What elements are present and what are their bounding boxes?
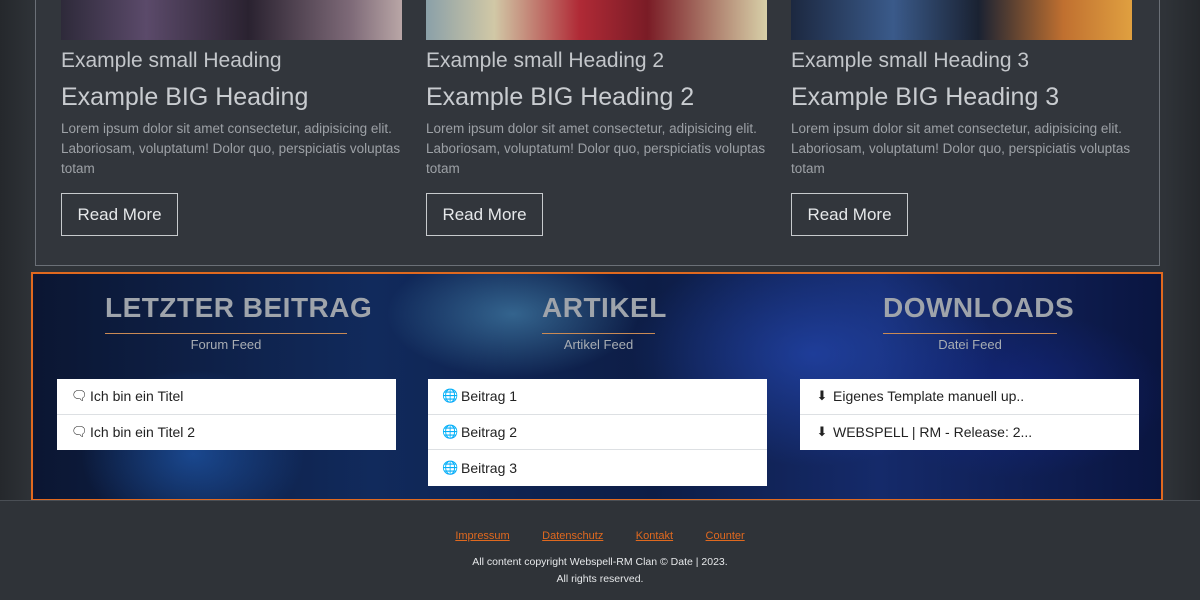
list-item[interactable]: 🗨 Ich bin ein Titel 2 xyxy=(57,415,396,451)
downloads-feed-divider xyxy=(883,333,1057,334)
list-item-label: Beitrag 3 xyxy=(461,459,518,476)
download-icon: ⬇ xyxy=(816,424,828,440)
downloads-feed-title: DOWNLOADS xyxy=(883,292,1075,323)
download-icon: ⬇ xyxy=(816,388,828,404)
news-card: Example small Heading 3 Example BIG Head… xyxy=(791,0,1132,236)
footer: Impressum Datenschutz Kontakt Counter Al… xyxy=(0,500,1200,600)
big-heading: Example BIG Heading 2 xyxy=(426,83,695,111)
articles-feed-list: 🌐 Beitrag 1 🌐 Beitrag 2 🌐 Beitrag 3 xyxy=(428,379,767,486)
list-item[interactable]: 🗨 Ich bin ein Titel xyxy=(57,379,396,415)
forum-feed-subtitle: Forum Feed xyxy=(190,337,262,352)
list-item[interactable]: 🌐 Beitrag 2 xyxy=(428,415,767,450)
news-card: Example small Heading 2 Example BIG Head… xyxy=(426,0,767,236)
footer-link-impressum[interactable]: Impressum xyxy=(455,530,509,542)
footer-link-datenschutz[interactable]: Datenschutz xyxy=(542,530,603,542)
card-text: Lorem ipsum dolor sit amet consectetur, … xyxy=(791,121,1131,176)
downloads-feed-list: ⬇ Eigenes Template manuell up.. ⬇ WEBSPE… xyxy=(800,379,1139,450)
forum-feed-list: 🗨 Ich bin ein Titel 🗨 Ich bin ein Titel … xyxy=(57,379,396,450)
comments-icon: 🗨 xyxy=(71,388,88,404)
globe-icon: 🌐 xyxy=(442,459,459,475)
footer-links: Impressum Datenschutz Kontakt Counter xyxy=(0,526,1200,544)
read-more-button[interactable]: Read More xyxy=(61,193,178,236)
news-card-image[interactable] xyxy=(791,0,1132,40)
feeds-section: LETZTER BEITRAG Forum Feed 🗨 Ich bin ein… xyxy=(31,272,1163,501)
list-item[interactable]: ⬇ WEBSPELL | RM - Release: 2... xyxy=(800,415,1139,451)
small-heading: Example small Heading 3 xyxy=(791,49,1030,72)
news-section: Example small Heading Example BIG Headin… xyxy=(35,0,1160,266)
comments-icon: 🗨 xyxy=(71,424,88,440)
card-text: Lorem ipsum dolor sit amet consectetur, … xyxy=(426,121,766,176)
small-heading: Example small Heading 2 xyxy=(426,49,665,72)
list-item-label: WEBSPELL | RM - Release: 2... xyxy=(833,424,1033,441)
list-item-label: Beitrag 2 xyxy=(461,423,518,440)
list-item[interactable]: ⬇ Eigenes Template manuell up.. xyxy=(800,379,1139,415)
downloads-feed-subtitle: Datei Feed xyxy=(938,337,1002,352)
list-item-label: Beitrag 1 xyxy=(461,388,518,405)
read-more-button[interactable]: Read More xyxy=(426,193,543,236)
list-item[interactable]: 🌐 Beitrag 1 xyxy=(428,379,767,415)
list-item-label: Eigenes Template manuell up.. xyxy=(833,388,1025,405)
footer-link-kontakt[interactable]: Kontakt xyxy=(636,530,673,542)
card-text: Lorem ipsum dolor sit amet consectetur, … xyxy=(61,121,401,176)
articles-feed-title: ARTIKEL xyxy=(542,292,667,323)
forum-feed-title: LETZTER BEITRAG xyxy=(105,292,373,323)
list-item[interactable]: 🌐 Beitrag 3 xyxy=(428,450,767,486)
read-more-button[interactable]: Read More xyxy=(791,193,908,236)
forum-feed-divider xyxy=(105,333,347,334)
copyright-text: All content copyright Webspell-RM Clan ©… xyxy=(472,556,728,568)
small-heading: Example small Heading xyxy=(61,49,282,72)
rights-text: All rights reserved. xyxy=(556,573,644,585)
news-card: Example small Heading Example BIG Headin… xyxy=(61,0,402,236)
news-card-image[interactable] xyxy=(61,0,402,40)
articles-feed-divider xyxy=(542,333,655,334)
globe-icon: 🌐 xyxy=(442,423,459,439)
articles-feed-subtitle: Artikel Feed xyxy=(563,337,634,352)
big-heading: Example BIG Heading xyxy=(61,83,309,111)
list-item-label: Ich bin ein Titel 2 xyxy=(90,424,196,441)
list-item-label: Ich bin ein Titel xyxy=(90,388,184,405)
big-heading: Example BIG Heading 3 xyxy=(791,83,1060,111)
globe-icon: 🌐 xyxy=(442,388,459,404)
news-card-image[interactable] xyxy=(426,0,767,40)
footer-link-counter[interactable]: Counter xyxy=(706,530,745,542)
